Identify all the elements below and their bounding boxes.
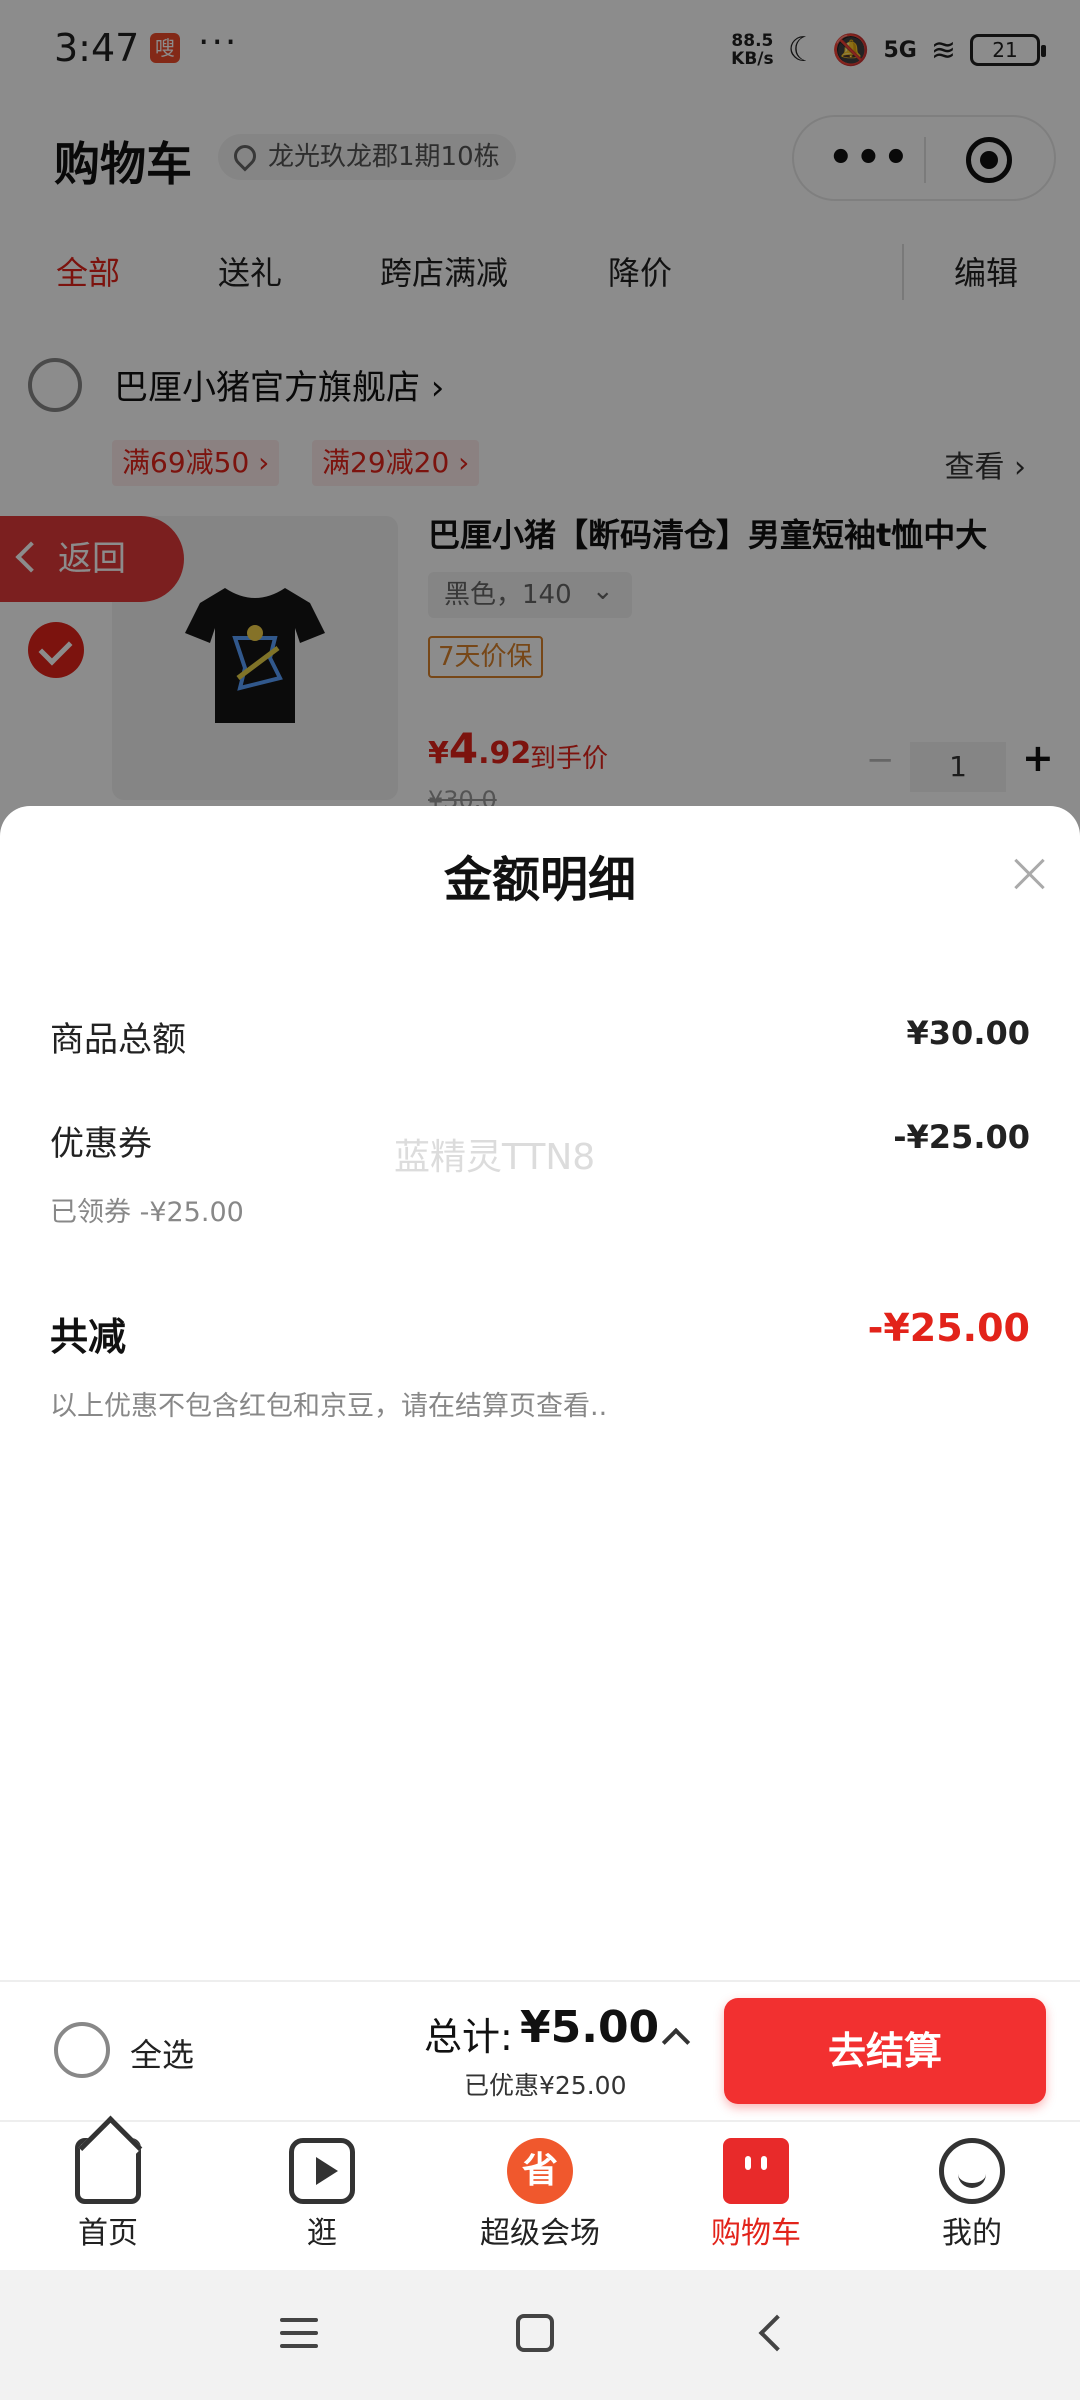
super-venue-icon: 省: [507, 2138, 573, 2204]
coupon-detail: 已领券 -¥25.00: [50, 1197, 244, 1228]
select-all-radio[interactable]: [54, 2022, 110, 2078]
chevron-up-icon[interactable]: [661, 2027, 691, 2057]
checkout-bar: 全选 总计: ¥5.00 已优惠¥25.00 去结算: [0, 1980, 1080, 2120]
home-button[interactable]: [516, 2314, 554, 2352]
watermark: 蓝精灵TTN8: [394, 1137, 596, 1178]
subtotal-label: 商品总额: [50, 1020, 186, 1060]
total-discount-value: -¥25.00: [867, 1306, 1030, 1350]
tabbar-item-browse[interactable]: 逛: [232, 2138, 412, 2252]
system-navigation-bar: [0, 2270, 1080, 2400]
total-label: 总计:: [424, 2015, 513, 2059]
discount-note: 以上优惠不包含红包和京豆，请在结算页查看..: [50, 1391, 608, 1422]
home-icon: [75, 2138, 141, 2204]
sheet-title: 金额明细: [443, 852, 636, 908]
tabbar-item-super-venue[interactable]: 省 超级会场: [450, 2138, 630, 2252]
coupon-label: 优惠券: [50, 1124, 152, 1164]
total-discount-label: 共减: [50, 1315, 127, 1359]
profile-icon: [939, 2138, 1005, 2204]
tabbar-item-cart[interactable]: 购物车: [666, 2138, 846, 2252]
coupon-value: -¥25.00: [893, 1118, 1030, 1156]
total-amount: ¥5.00: [520, 2002, 660, 2053]
checkout-button[interactable]: 去结算: [724, 1998, 1046, 2104]
play-icon: [289, 2138, 355, 2204]
back-nav-button[interactable]: [758, 2314, 796, 2352]
bottom-tab-bar: 首页 逛 省 超级会场 购物车 我的: [0, 2120, 1080, 2270]
amount-details-sheet: 金额明细 商品总额 ¥30.00 优惠券 -¥25.00 已领券 -¥25.00…: [0, 806, 1080, 1982]
cart-icon: [723, 2138, 789, 2204]
tabbar-item-home[interactable]: 首页: [18, 2138, 198, 2252]
subtotal-value: ¥30.00: [906, 1014, 1030, 1052]
select-all-label[interactable]: 全选: [130, 2030, 194, 2076]
total-saved: 已优惠¥25.00: [464, 2071, 627, 2100]
tabbar-item-me[interactable]: 我的: [882, 2138, 1062, 2252]
close-icon[interactable]: [1010, 854, 1050, 894]
recent-apps-button[interactable]: [280, 2314, 318, 2352]
